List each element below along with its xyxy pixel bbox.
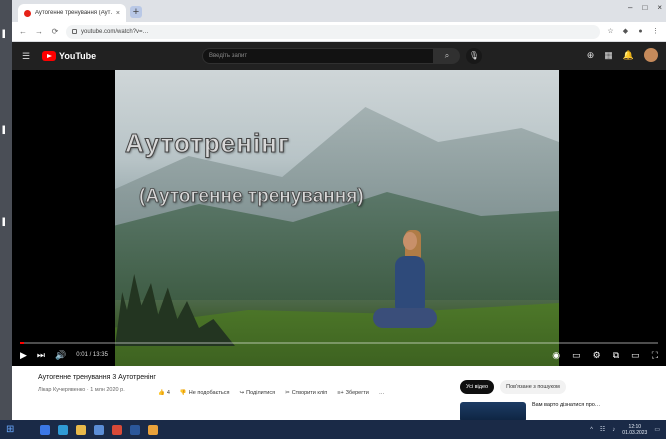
- channel-info[interactable]: Лікар Кучерявенко · 1 млн 2020 р.: [38, 387, 125, 393]
- edge-icon[interactable]: [58, 424, 69, 435]
- video-actions: 👍 4 👎 Не подобається ↪ Поділитися ✂ Створити…: [158, 390, 384, 396]
- video-overlay-subtitle: (Аутогенне тренування): [139, 186, 364, 208]
- menu-icon[interactable]: ⋮: [651, 27, 660, 36]
- clock[interactable]: 12:10 01.03.2023: [622, 424, 647, 436]
- youtube-header: ☰ YouTube Введіть запит ⌕ 🎙 ⊕ ▦ 🔔: [12, 42, 666, 70]
- word-icon[interactable]: [130, 424, 141, 435]
- notifications-icon[interactable]: 🔔: [623, 50, 634, 61]
- recommended-video[interactable]: Вам варто дізнатися про…: [460, 402, 652, 420]
- chip-related[interactable]: Пов'язане з пошуком: [500, 380, 566, 394]
- video-frame[interactable]: Аутотренінг (Аутогенне тренування): [115, 70, 559, 366]
- video-player[interactable]: Аутотренінг (Аутогенне тренування) ▶ ⏭ 🔊…: [12, 70, 666, 366]
- apps-icon[interactable]: ▦: [604, 50, 613, 61]
- minimize-button[interactable]: –: [628, 3, 632, 12]
- profile-icon[interactable]: ●: [636, 27, 645, 36]
- volume-icon[interactable]: 🔊: [55, 350, 66, 361]
- like-button[interactable]: 👍 4: [158, 390, 170, 396]
- more-button[interactable]: …: [379, 390, 385, 396]
- maximize-button[interactable]: □: [642, 3, 647, 12]
- youtube-page: ☰ YouTube Введіть запит ⌕ 🎙 ⊕ ▦ 🔔 Аутотр…: [12, 42, 666, 420]
- system-tray: ^ ☷ ♪ 12:10 01.03.2023 ▭: [590, 424, 660, 436]
- start-icon[interactable]: ⊞: [6, 424, 14, 435]
- recommended-title[interactable]: Вам варто дізнатися про…: [532, 402, 652, 420]
- tab-strip: Аутогенне тренування (Аут… × + – □ ×: [12, 0, 666, 22]
- share-icon: ↪: [239, 390, 245, 396]
- clip-icon: ✂: [285, 390, 290, 396]
- share-button[interactable]: ↪ Поділитися: [240, 390, 276, 396]
- dislike-icon: 👎: [179, 390, 187, 396]
- network-icon[interactable]: ☷: [600, 426, 605, 433]
- hamburger-menu-icon[interactable]: ☰: [22, 51, 32, 62]
- mic-icon[interactable]: 🎙: [466, 48, 482, 64]
- video-info: Аутогенне тренування 3 Аутотренінг Лікар…: [12, 366, 666, 420]
- miniplayer-icon[interactable]: ⧉: [613, 350, 619, 361]
- browser-window: Аутогенне тренування (Аут… × + – □ × ← →…: [12, 0, 666, 420]
- subtitles-icon[interactable]: ▭: [572, 350, 581, 361]
- forward-button[interactable]: →: [34, 27, 44, 36]
- browser-tab[interactable]: Аутогенне тренування (Аут… ×: [18, 4, 126, 22]
- more-icon: …: [378, 390, 385, 396]
- tray-chevron-icon[interactable]: ^: [590, 427, 593, 433]
- youtube-logo[interactable]: YouTube: [42, 51, 96, 61]
- volume-tray-icon[interactable]: ♪: [612, 427, 615, 433]
- create-icon[interactable]: ⊕: [587, 50, 595, 61]
- recommended-thumbnail[interactable]: [460, 402, 526, 420]
- youtube-logo-text: YouTube: [59, 51, 97, 61]
- search-box: Введіть запит ⌕ 🎙: [202, 48, 482, 64]
- address-bar[interactable]: youtube.com/watch?v=…: [66, 24, 600, 39]
- autoplay-toggle[interactable]: ◉: [552, 350, 560, 361]
- notification-center-icon[interactable]: ▭: [654, 426, 660, 433]
- address-toolbar: ← → ⟳ youtube.com/watch?v=… ☆ ◆ ● ⋮: [12, 22, 666, 42]
- like-icon: 👍: [158, 390, 165, 396]
- youtube-play-icon: [42, 51, 56, 61]
- video-title: Аутогенне тренування 3 Аутотренінг: [38, 374, 156, 381]
- search-icon[interactable]: ⌕: [434, 48, 460, 64]
- settings-icon[interactable]: ⚙: [593, 350, 601, 361]
- explorer-icon[interactable]: [76, 424, 87, 435]
- save-icon: ≡+: [337, 390, 344, 396]
- video-overlay-title: Аутотренінг: [125, 128, 290, 159]
- play-icon[interactable]: ▶: [20, 350, 27, 361]
- back-button[interactable]: ←: [18, 27, 28, 36]
- taskbar-apps: [40, 424, 159, 435]
- header-actions: ⊕ ▦ 🔔: [587, 48, 658, 62]
- player-controls: ▶ ⏭ 🔊 0:01 / 13:35 ◉ ▭ ⚙ ⧉ ▭ ⛶: [12, 344, 666, 366]
- avatar[interactable]: [644, 48, 658, 62]
- close-window-button[interactable]: ×: [657, 3, 662, 12]
- new-tab-button[interactable]: +: [130, 6, 142, 18]
- desktop-icon[interactable]: ▌: [1, 30, 9, 40]
- mail-icon[interactable]: [94, 424, 105, 435]
- extension-icon[interactable]: ◆: [621, 27, 630, 36]
- chip-all[interactable]: Усі відео: [460, 380, 495, 394]
- taskbar: ⊞ ^ ☷ ♪ 12:10 01.03.2023 ▭: [0, 420, 666, 439]
- lock-icon: [72, 29, 77, 34]
- taskview-icon[interactable]: [40, 424, 51, 435]
- window-controls: – □ ×: [628, 3, 662, 12]
- extension-icons: ☆ ◆ ● ⋮: [606, 27, 660, 36]
- dislike-button[interactable]: 👎 Не подобається: [180, 390, 230, 396]
- fullscreen-icon[interactable]: ⛶: [652, 350, 658, 361]
- bookmark-icon[interactable]: ☆: [606, 27, 615, 36]
- tab-title: Аутогенне тренування (Аут…: [35, 10, 113, 16]
- desktop-icon[interactable]: ▌: [1, 218, 9, 228]
- url-text: youtube.com/watch?v=…: [81, 28, 149, 35]
- desktop-side-strip: ▌ ▌ ▌: [0, 0, 12, 420]
- reload-button[interactable]: ⟳: [50, 27, 60, 36]
- chrome-icon[interactable]: [148, 424, 159, 435]
- meditating-woman: [373, 230, 437, 344]
- clip-button[interactable]: ✂ Створити кліп: [285, 390, 327, 396]
- tab-close-icon[interactable]: ×: [116, 10, 120, 17]
- office-icon[interactable]: [112, 424, 123, 435]
- desktop-icon[interactable]: ▌: [1, 126, 9, 136]
- search-input[interactable]: Введіть запит: [202, 48, 434, 64]
- recommendation-chips: Усі відео Пов'язане з пошуком: [460, 380, 566, 394]
- next-icon[interactable]: ⏭: [37, 350, 45, 361]
- time-display: 0:01 / 13:35: [76, 352, 108, 358]
- theater-icon[interactable]: ▭: [631, 350, 640, 361]
- youtube-favicon-icon: [24, 9, 31, 17]
- save-button[interactable]: ≡+ Зберегти: [337, 390, 369, 396]
